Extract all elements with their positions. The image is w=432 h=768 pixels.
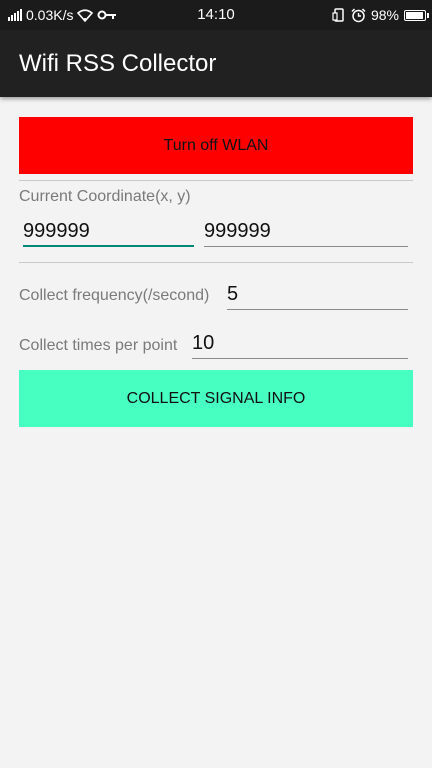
coordinate-x-input[interactable]: 999999 [23, 217, 194, 247]
coordinate-label: Current Coordinate(x, y) [19, 188, 191, 205]
screen-rotation-icon [332, 8, 344, 22]
coordinate-y-input[interactable]: 999999 [204, 217, 408, 247]
divider [19, 262, 413, 263]
battery-percent: 98% [370, 7, 399, 23]
frequency-input[interactable]: 5 [227, 281, 408, 310]
collect-signal-info-button[interactable]: COLLECT SIGNAL INFO [19, 370, 413, 427]
divider [19, 180, 413, 181]
app-title: Wifi RSS Collector [19, 50, 217, 77]
status-bar-right: 98% [332, 0, 429, 30]
battery-level [406, 11, 423, 19]
frequency-label: Collect frequency(/second) [19, 287, 210, 304]
turn-off-wlan-button[interactable]: Turn off WLAN [19, 117, 413, 174]
alarm-icon [351, 7, 366, 22]
status-bar: 0.03K/s 14:10 98% [0, 0, 432, 30]
battery-icon [404, 9, 429, 21]
times-input[interactable]: 10 [192, 330, 408, 359]
times-label: Collect times per point [19, 337, 178, 354]
app-bar: Wifi RSS Collector [0, 30, 432, 97]
